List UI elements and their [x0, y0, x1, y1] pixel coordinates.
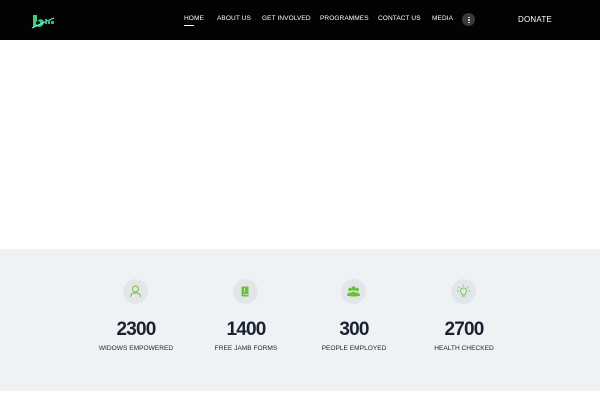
stat-label: WIDOWS EMPOWERED — [98, 345, 174, 352]
stat-icon-badge — [123, 279, 148, 304]
site-logo[interactable] — [30, 12, 56, 30]
nav-about-us[interactable]: ABOUT US — [217, 15, 251, 22]
stat-label: HEALTH CHECKED — [434, 345, 494, 352]
stat-value: 2300 — [116, 319, 156, 340]
donate-button[interactable]: DONATE — [518, 15, 552, 24]
book-icon — [241, 286, 249, 297]
stat-free-jamb-forms: 1400 FREE JAMB FORMS — [186, 249, 306, 391]
stat-icon-badge — [451, 279, 476, 304]
stat-label: PEOPLE EMPLOYED — [321, 345, 387, 352]
more-menu-button[interactable] — [462, 13, 475, 26]
stat-value: 300 — [339, 319, 369, 340]
vertical-dots-icon — [468, 19, 470, 21]
stats-section: 2300 WIDOWS EMPOWERED 1400 FREE JAMB FOR… — [0, 249, 600, 391]
stat-widows-empowered: 2300 WIDOWS EMPOWERED — [76, 249, 196, 391]
stat-icon-badge — [233, 279, 258, 304]
stat-value: 1400 — [226, 319, 266, 340]
nav-get-involved[interactable]: GET INVOLVED — [262, 15, 311, 22]
stat-health-checked: 2700 HEALTH CHECKED — [404, 249, 524, 391]
top-navigation-bar: HOME ABOUT US GET INVOLVED PROGRAMMES CO… — [0, 0, 600, 40]
nav-programmes[interactable]: PROGRAMMES — [320, 15, 369, 22]
person-outline-icon — [130, 285, 141, 298]
nav-contact-us[interactable]: CONTACT US — [378, 15, 421, 22]
nav-media[interactable]: MEDIA — [432, 15, 453, 22]
vertical-dots-icon — [468, 16, 470, 18]
stat-people-employed: 300 PEOPLE EMPLOYED — [294, 249, 414, 391]
stat-value: 2700 — [444, 319, 484, 340]
logo-mark-icon — [31, 15, 55, 29]
nav-home[interactable]: HOME — [184, 15, 204, 26]
vertical-dots-icon — [468, 21, 470, 23]
stat-icon-badge — [341, 279, 366, 304]
stat-label: FREE JAMB FORMS — [214, 345, 278, 352]
lightbulb-icon — [457, 285, 470, 297]
group-icon — [347, 286, 360, 297]
